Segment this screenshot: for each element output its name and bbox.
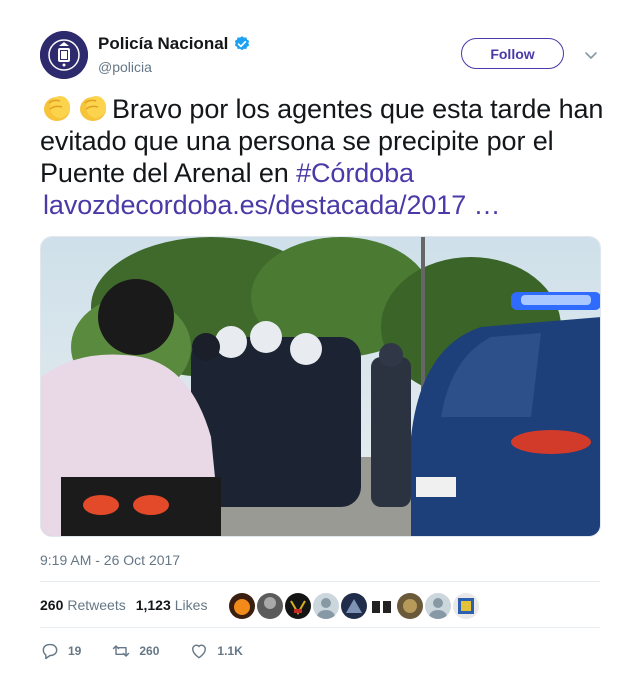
divider bbox=[40, 581, 600, 582]
chevron-down-icon[interactable] bbox=[583, 47, 599, 63]
engagement-stats: 260 Retweets 1,123 Likes bbox=[40, 597, 207, 613]
url-link[interactable]: lavozdecordoba.es/destacada/2017 … bbox=[43, 189, 501, 221]
retweets-stat[interactable]: 260 Retweets bbox=[40, 597, 126, 613]
likes-stat[interactable]: 1,123 Likes bbox=[136, 597, 208, 613]
avatar[interactable] bbox=[341, 593, 367, 619]
like-count: 1.1K bbox=[217, 644, 243, 658]
heart-icon bbox=[192, 644, 207, 659]
avatar[interactable] bbox=[229, 593, 255, 619]
retweet-button[interactable]: 260 bbox=[111, 641, 159, 661]
retweet-count: 260 bbox=[139, 644, 160, 658]
retweet-icon bbox=[113, 645, 130, 657]
tweet-text: Bravo por los agentes que esta tarde han… bbox=[40, 93, 605, 221]
avatar[interactable] bbox=[453, 593, 479, 619]
avatar[interactable] bbox=[40, 31, 88, 79]
hashtag-link[interactable]: #Córdoba bbox=[296, 158, 414, 188]
clapping-hands-icon bbox=[80, 96, 106, 121]
avatar[interactable] bbox=[397, 593, 423, 619]
account-handle[interactable]: @policia bbox=[98, 59, 152, 75]
police-badge-icon bbox=[40, 31, 88, 79]
like-button[interactable]: 1.1K bbox=[189, 641, 243, 661]
tweet-photo[interactable] bbox=[40, 236, 601, 537]
reply-button[interactable]: 19 bbox=[40, 641, 81, 661]
police-scene-image bbox=[41, 237, 600, 536]
avatar[interactable] bbox=[369, 593, 395, 619]
name-row: Policía Nacional bbox=[98, 34, 251, 54]
tweet-actions: 19 260 1.1K bbox=[40, 641, 243, 661]
divider bbox=[40, 627, 600, 628]
likes-count: 1,123 bbox=[135, 597, 171, 613]
retweets-count: 260 bbox=[40, 597, 64, 613]
verified-badge-icon bbox=[235, 36, 250, 51]
account-name[interactable]: Policía Nacional bbox=[98, 34, 228, 54]
avatar[interactable] bbox=[313, 593, 339, 619]
likes-label: Likes bbox=[174, 597, 208, 613]
follow-button[interactable]: Follow bbox=[461, 38, 564, 69]
avatar[interactable] bbox=[425, 593, 451, 619]
tweet-header: Policía Nacional @policia Follow bbox=[40, 31, 600, 79]
reply-count: 19 bbox=[68, 644, 82, 658]
reply-icon bbox=[42, 643, 58, 660]
avatar[interactable] bbox=[285, 593, 311, 619]
retweets-label: Retweets bbox=[67, 597, 126, 613]
clapping-hands-icon bbox=[44, 96, 70, 121]
avatar[interactable] bbox=[257, 593, 283, 619]
liker-avatars bbox=[229, 593, 479, 619]
tweet-timestamp[interactable]: 9:19 AM - 26 Oct 2017 bbox=[40, 552, 180, 568]
